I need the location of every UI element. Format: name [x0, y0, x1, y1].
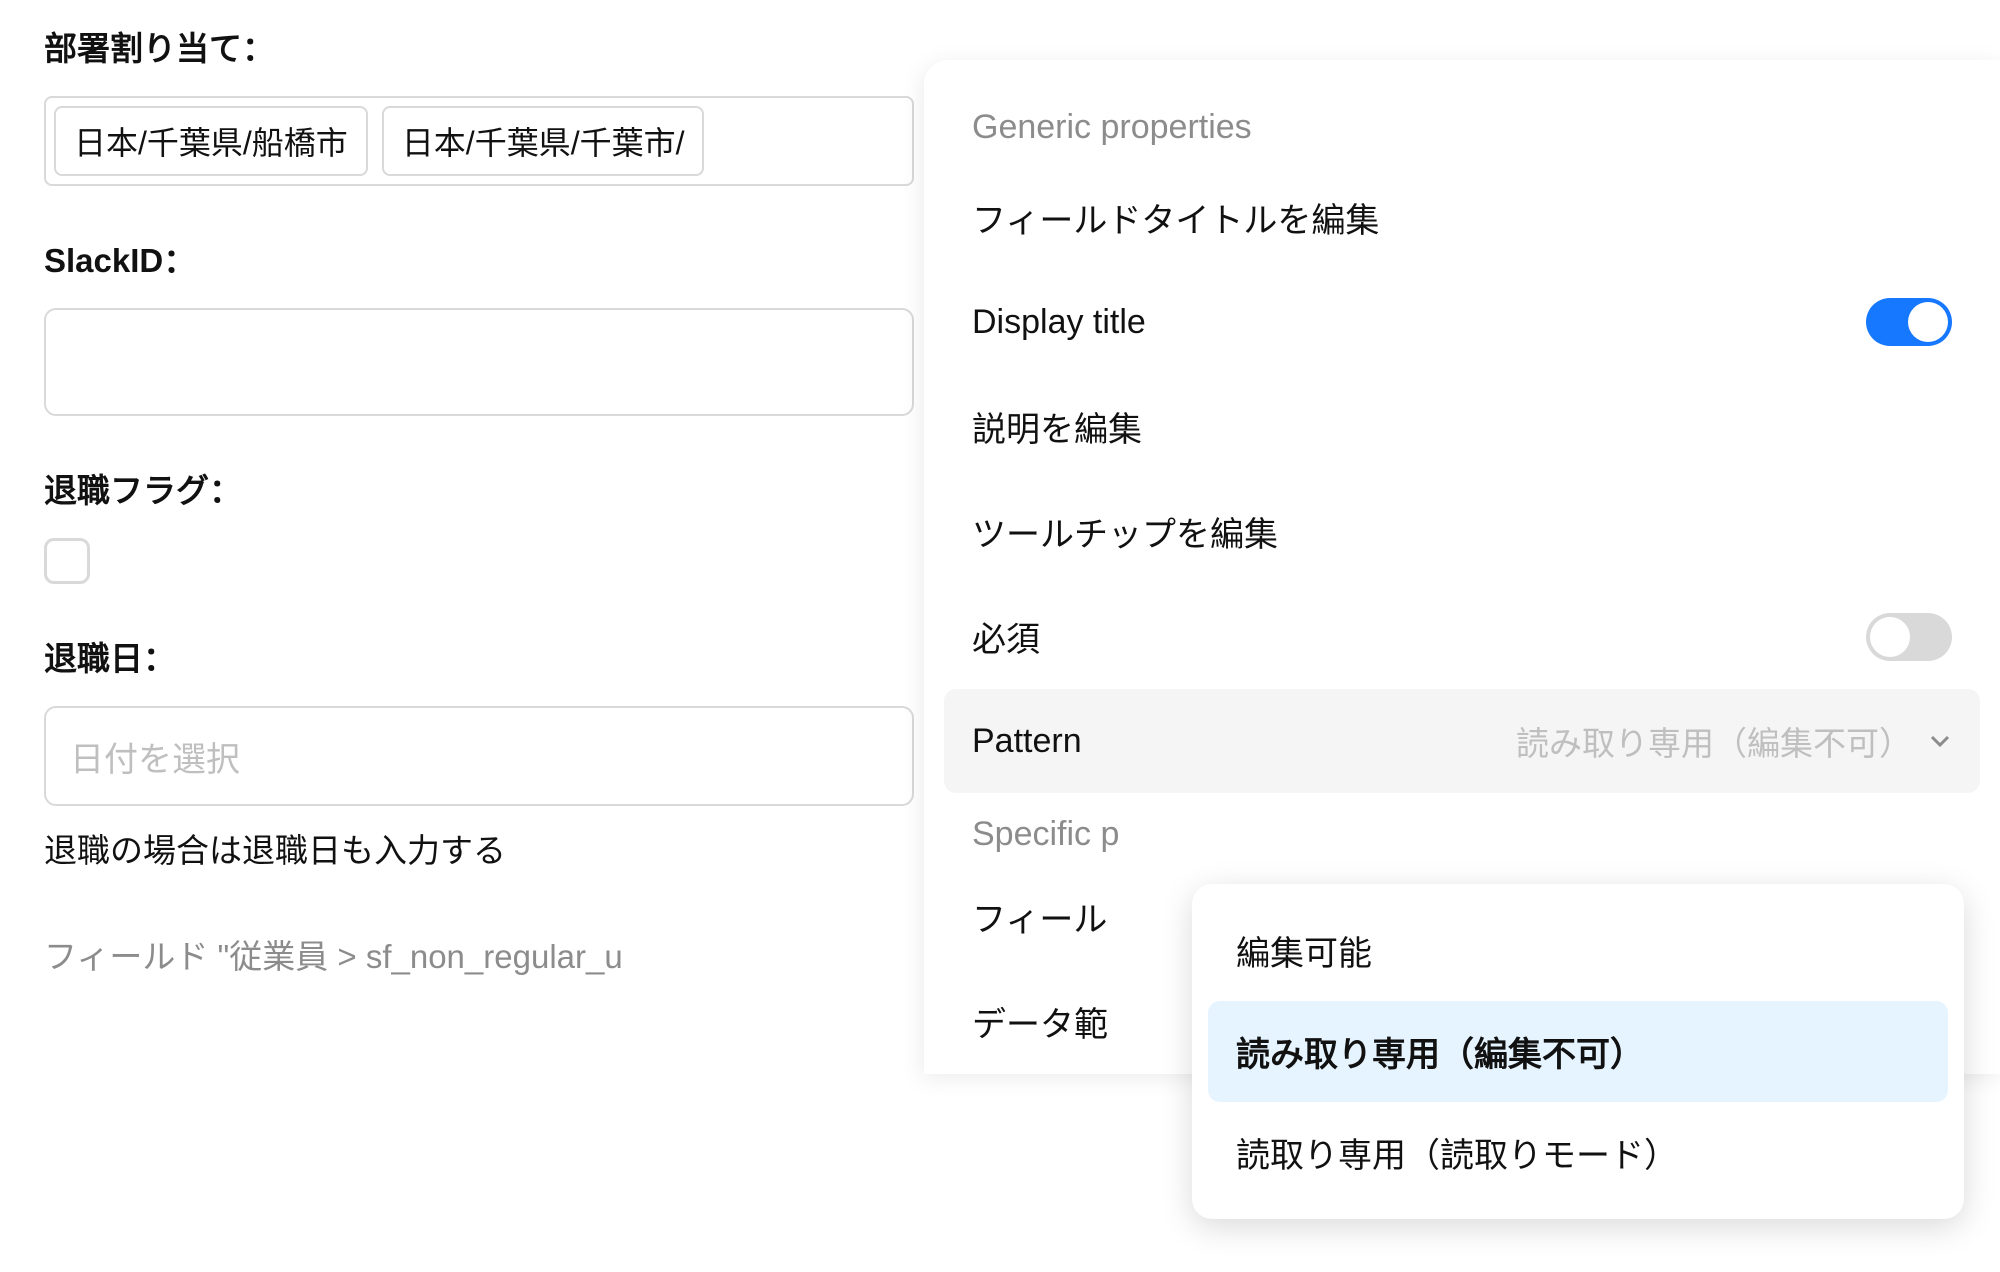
dropdown-option-editable[interactable]: 編集可能: [1208, 900, 1948, 1001]
data-range-label: データ範: [972, 997, 1108, 1046]
edit-field-title-label: フィールドタイトルを編集: [972, 193, 1379, 242]
slackid-input[interactable]: [44, 308, 914, 416]
chevron-down-icon: [1928, 733, 1952, 749]
pattern-item[interactable]: Pattern 読み取り専用（編集不可）: [944, 689, 1980, 793]
retired-date-help: 退職の場合は退職日も入力する: [44, 824, 944, 872]
required-item[interactable]: 必須: [924, 584, 2000, 689]
department-field-group: 部署割り当て： 日本/千葉県/船橋市 日本/千葉県/千葉市/: [44, 22, 944, 186]
retired-date-input[interactable]: 日付を選択: [44, 706, 914, 806]
required-label: 必須: [972, 612, 1040, 661]
field-row-label: フィール: [972, 892, 1107, 941]
pattern-select[interactable]: 読み取り専用（編集不可）: [1516, 717, 1952, 765]
display-title-toggle[interactable]: [1866, 298, 1952, 346]
pattern-value: 読み取り専用（編集不可）: [1516, 717, 1912, 765]
display-title-label: Display title: [972, 303, 1146, 342]
dropdown-option-readonly-mode[interactable]: 読取り専用（読取りモード）: [1208, 1102, 1948, 1203]
department-tag[interactable]: 日本/千葉県/船橋市: [54, 106, 368, 176]
pattern-dropdown: 編集可能 読み取り専用（編集不可） 読取り専用（読取りモード）: [1192, 884, 1964, 1219]
department-tags[interactable]: 日本/千葉県/船橋市 日本/千葉県/千葉市/: [44, 96, 914, 186]
pattern-label: Pattern: [972, 722, 1082, 761]
retired-date-label: 退職日：: [44, 632, 944, 680]
date-placeholder: 日付を選択: [70, 732, 240, 781]
edit-description-label: 説明を編集: [972, 402, 1142, 451]
field-hint-text: フィールド "従業員 > sf_non_regular_u: [44, 930, 944, 978]
retired-date-field-group: 退職日： 日付を選択 退職の場合は退職日も入力する: [44, 632, 944, 872]
edit-field-title-item[interactable]: フィールドタイトルを編集: [924, 165, 2000, 270]
edit-tooltip-item[interactable]: ツールチップを編集: [924, 479, 2000, 584]
retired-flag-field-group: 退職フラグ：: [44, 464, 944, 584]
dropdown-option-readonly[interactable]: 読み取り専用（編集不可）: [1208, 1001, 1948, 1102]
slackid-field-group: SlackID：: [44, 234, 944, 416]
toggle-knob: [1870, 617, 1910, 657]
required-toggle[interactable]: [1866, 613, 1952, 661]
form-panel: 部署割り当て： 日本/千葉県/船橋市 日本/千葉県/千葉市/ SlackID： …: [44, 22, 944, 978]
specific-properties-header: Specific p: [924, 793, 2000, 864]
retired-flag-checkbox[interactable]: [44, 538, 90, 584]
display-title-item[interactable]: Display title: [924, 270, 2000, 374]
slackid-label: SlackID：: [44, 234, 944, 282]
retired-flag-label: 退職フラグ：: [44, 464, 944, 512]
generic-properties-header: Generic properties: [924, 108, 2000, 147]
toggle-knob: [1908, 302, 1948, 342]
edit-description-item[interactable]: 説明を編集: [924, 374, 2000, 479]
edit-tooltip-label: ツールチップを編集: [972, 507, 1278, 556]
department-tag[interactable]: 日本/千葉県/千葉市/: [382, 106, 705, 176]
department-label: 部署割り当て：: [44, 22, 944, 70]
